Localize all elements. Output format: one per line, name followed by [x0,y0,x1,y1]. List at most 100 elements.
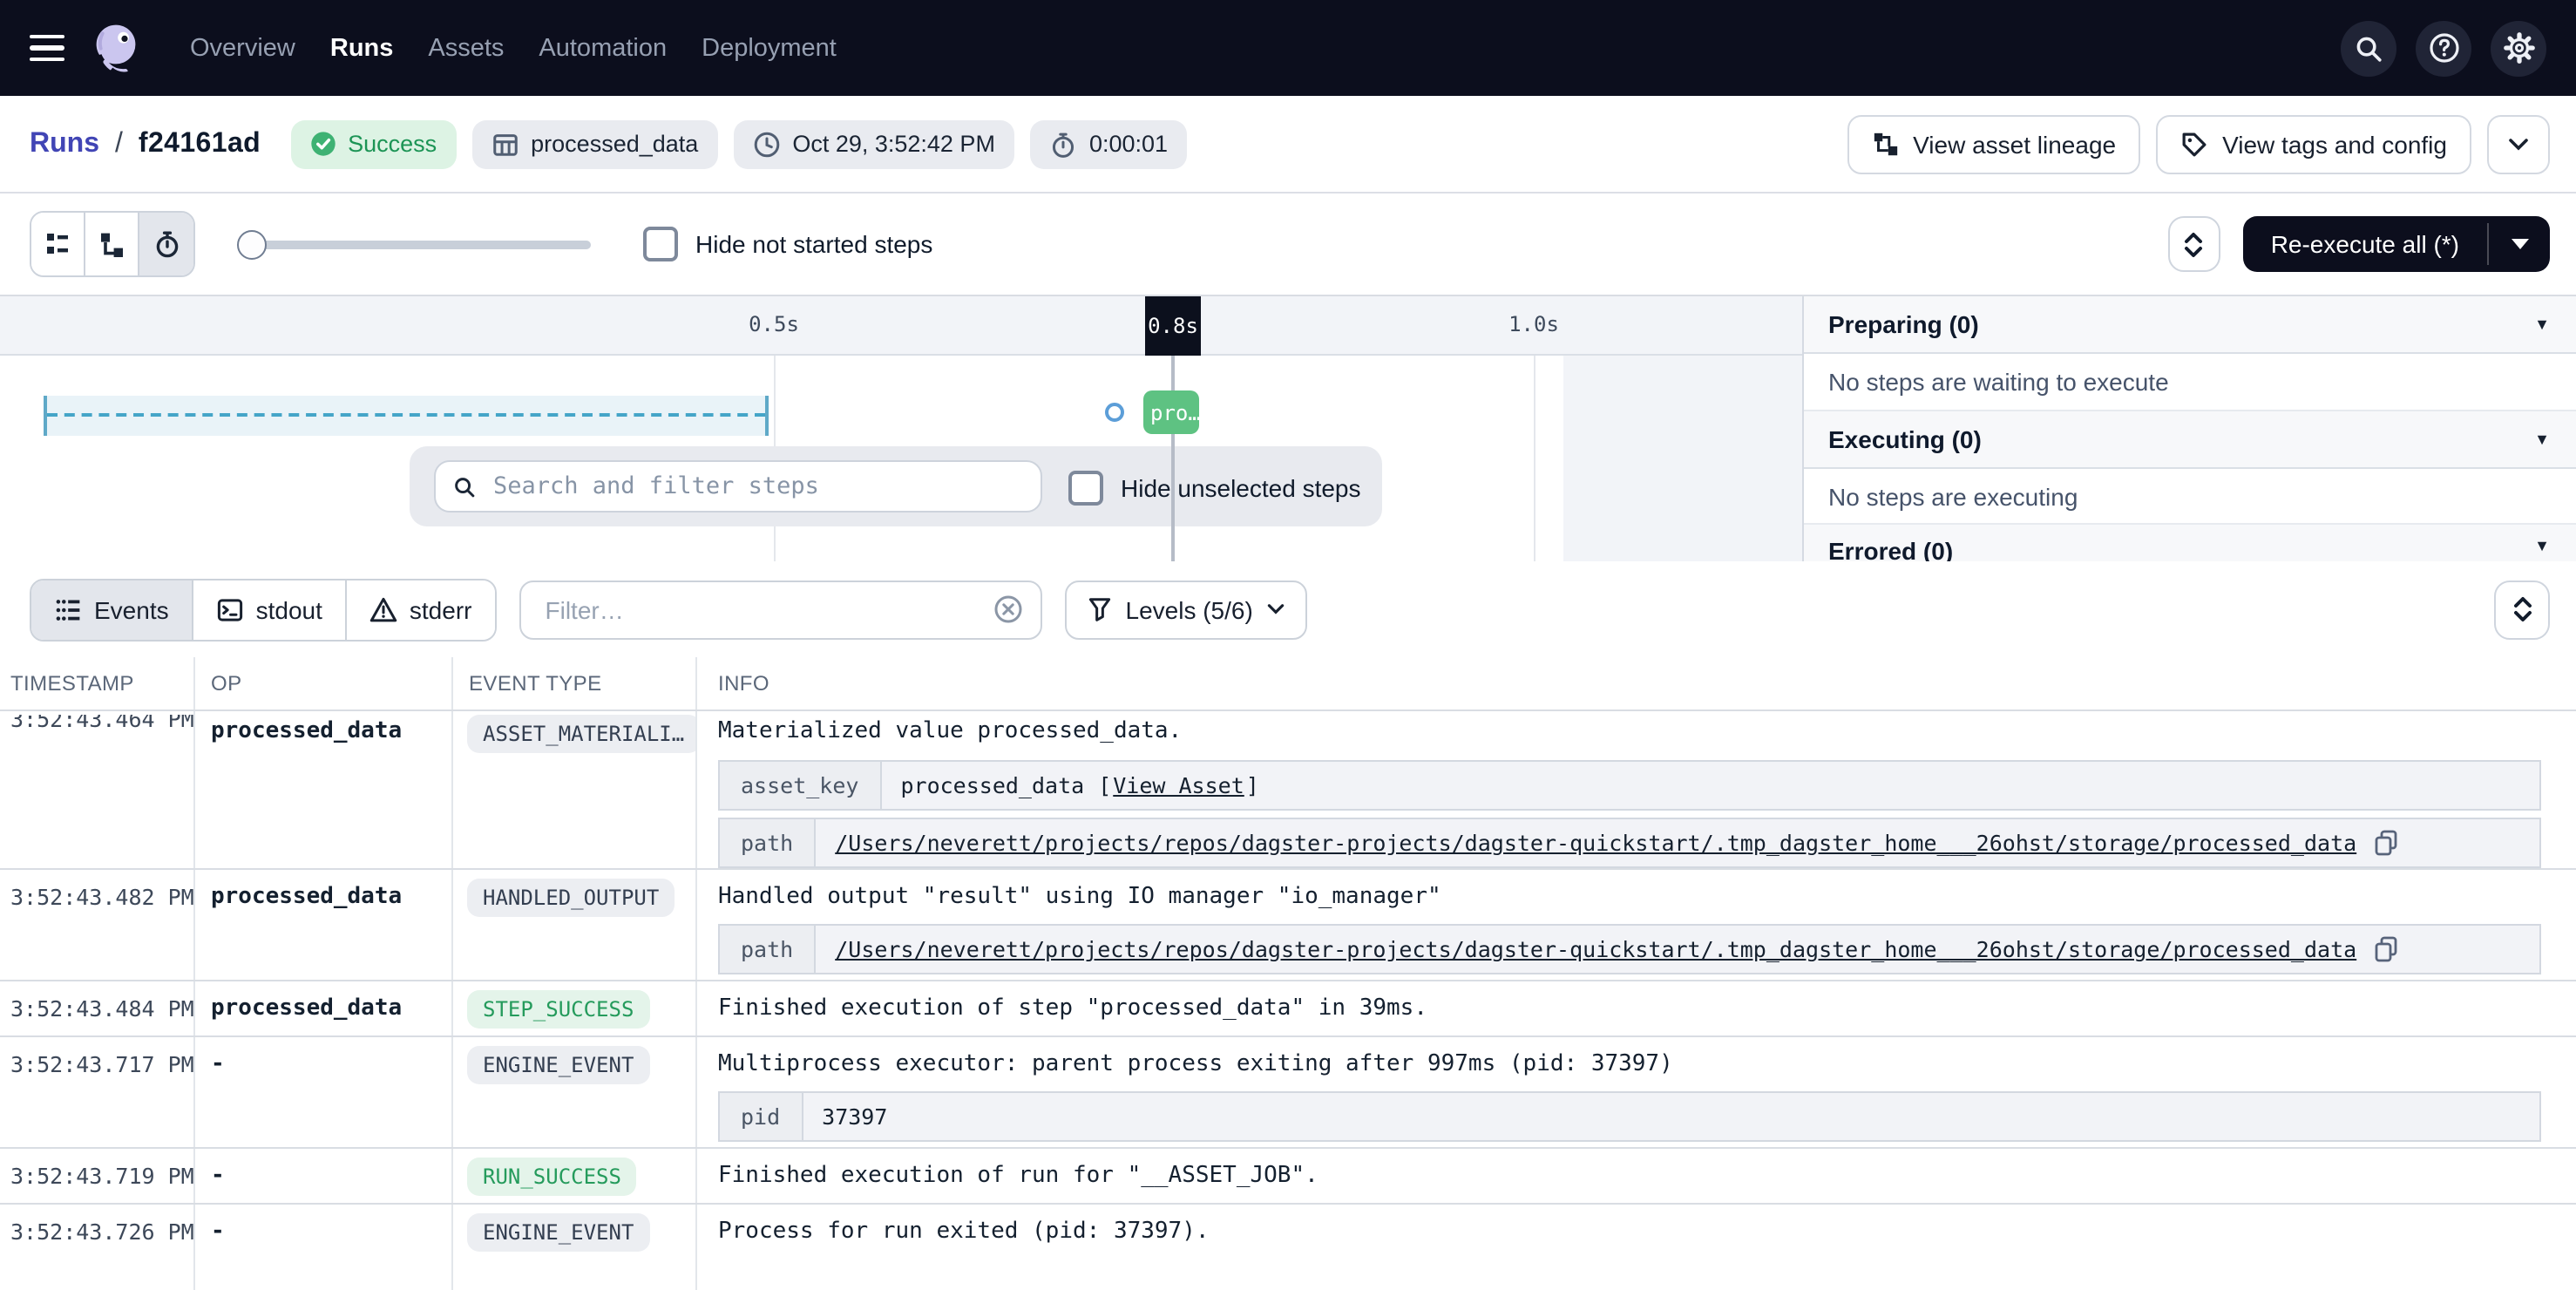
slider-handle[interactable] [237,229,267,259]
main-nav: Overview Runs Assets Automation Deployme… [190,34,837,62]
steps-filter-panel: Hide unselected steps [410,446,1382,526]
timed-view-icon[interactable] [139,213,193,275]
table-row: 3:52:43.717 PM - ENGINE_EVENT Multiproce… [0,1037,2576,1149]
event-op: processed_data [195,870,453,980]
reexecute-dropdown-button[interactable] [2489,216,2550,272]
copy-icon[interactable] [2374,936,2398,962]
nav-item-assets[interactable]: Assets [428,34,504,62]
nav-item-deployment[interactable]: Deployment [702,34,837,62]
gantt-step-bar[interactable]: pro… [1143,390,1199,434]
event-message: Multiprocess executor: parent process ex… [718,1051,2541,1077]
col-info: INFO [697,657,2576,710]
nav-item-runs[interactable]: Runs [330,34,394,62]
storage-path-link[interactable]: /Users/neverett/projects/repos/dagster-p… [835,936,2356,962]
nav-item-automation[interactable]: Automation [539,34,667,62]
tab-stdout-label: stdout [256,595,322,623]
view-asset-lineage-label: View asset lineage [1913,130,2116,158]
gantt-after-run-shade [1563,356,1802,561]
gantt-toolbar: Hide not started steps Re-execute all (*… [0,194,2576,295]
lineage-graph-icon [1871,130,1899,158]
event-timestamp: 3:52:43.482 PM [0,870,195,980]
gantt-cursor-tooltip: 0.8s [1145,296,1201,356]
event-type-badge: ENGINE_EVENT [467,1046,649,1084]
clear-filter-icon[interactable] [993,594,1023,624]
help-icon[interactable] [2416,20,2471,76]
run-actions-menu-button[interactable] [2487,114,2550,173]
tab-stderr[interactable]: stderr [347,580,495,639]
metadata-value: processed_data [900,772,1084,798]
event-message: Materialized value processed_data. [718,718,2541,744]
terminal-icon [216,595,244,623]
gantt-step-marker[interactable] [1105,403,1124,422]
event-timestamp: 3:52:43.464 PM [10,715,193,732]
panel-section-title: Errored (0) [1828,537,1953,561]
event-timestamp: 3:52:43.484 PM [0,981,195,1035]
reexecute-all-button[interactable]: Re-execute all (*) [2243,216,2550,272]
top-nav: Overview Runs Assets Automation Deployme… [0,0,2576,96]
panel-section-title: Executing (0) [1828,425,1982,453]
metadata-row: path /Users/neverett/projects/repos/dags… [718,924,2541,974]
table-row: 3:52:43.484 PM processed_data STEP_SUCCE… [0,981,2576,1037]
log-filter-input[interactable] [542,594,980,625]
event-message: Process for run exited (pid: 37397). [718,1219,2541,1245]
search-icon [453,475,476,498]
tag-icon [2180,130,2208,158]
panel-section-executing[interactable]: Executing (0) ▼ [1804,411,2576,469]
levels-label: Levels (5/6) [1126,595,1253,623]
breadcrumb-runs-link[interactable]: Runs [30,128,99,160]
view-tags-config-label: View tags and config [2222,130,2447,158]
steps-search-input[interactable] [490,471,1023,502]
warning-triangle-icon [369,595,397,623]
gantt-cursor-line [1171,356,1175,561]
event-message: Finished execution of step "processed_da… [718,995,2541,1022]
table-row: 3:52:43.726 PM - ENGINE_EVENT Process fo… [0,1205,2576,1290]
levels-dropdown[interactable]: Levels (5/6) [1065,580,1307,639]
hide-unselected-checkbox[interactable] [1068,471,1103,506]
panel-section-errored[interactable]: Errored (0) ▼ [1804,525,2576,561]
caret-down-icon [2511,239,2528,249]
storage-path-link[interactable]: /Users/neverett/projects/repos/dagster-p… [835,830,2356,856]
hide-not-started-control: Hide not started steps [643,227,932,261]
asset-chip[interactable]: processed_data [471,119,717,168]
run-header: Runs / f24161ad Success processed_data O… [0,96,2576,194]
log-view-tabs: Events stdout stderr [30,578,497,641]
hide-not-started-checkbox[interactable] [643,227,678,261]
view-asset-link[interactable]: View Asset [1113,772,1244,798]
table-row: 3:52:43.464 PM processed_data ASSET_MATE… [0,711,2576,870]
event-timestamp: 3:52:43.717 PM [0,1037,195,1147]
funnel-icon [1088,596,1112,622]
gantt-waiting-span[interactable] [44,396,769,436]
event-op: - [195,1037,453,1147]
menu-icon[interactable] [0,0,66,96]
waterfall-view-icon[interactable] [85,213,139,275]
flat-view-icon[interactable] [31,213,85,275]
expand-panel-button[interactable] [2168,216,2220,272]
reexecute-all-label: Re-execute all (*) [2243,216,2487,272]
step-status-panel: Preparing (0) ▼ No steps are waiting to … [1802,296,2576,561]
panel-section-preparing[interactable]: Preparing (0) ▼ [1804,296,2576,354]
chevron-down-icon [1267,603,1285,615]
tab-stdout[interactable]: stdout [193,580,347,639]
axis-tick: 0.5s [749,312,799,336]
event-timestamp: 3:52:43.726 PM [0,1205,195,1290]
event-timestamp: 3:52:43.719 PM [0,1149,195,1203]
slider-track[interactable] [241,240,591,248]
copy-icon[interactable] [2374,830,2398,856]
gridline [1534,356,1535,561]
tab-events[interactable]: Events [31,580,193,639]
view-asset-lineage-button[interactable]: View asset lineage [1847,114,2140,173]
event-op: - [195,1149,453,1203]
search-icon[interactable] [2341,20,2396,76]
view-tags-config-button[interactable]: View tags and config [2156,114,2471,173]
nav-item-overview[interactable]: Overview [190,34,295,62]
event-op: - [195,1205,453,1290]
expand-logs-button[interactable] [2494,580,2550,639]
settings-gear-icon[interactable] [2491,20,2546,76]
status-label: Success [348,131,437,157]
axis-tick: 1.0s [1508,312,1559,336]
dagster-logo-icon[interactable] [85,18,145,78]
start-time-chip: Oct 29, 3:52:42 PM [733,119,1014,168]
metadata-row: pid 37397 [718,1091,2541,1142]
breadcrumb-separator: / [115,128,123,160]
gantt-zoom-slider[interactable] [241,229,591,259]
